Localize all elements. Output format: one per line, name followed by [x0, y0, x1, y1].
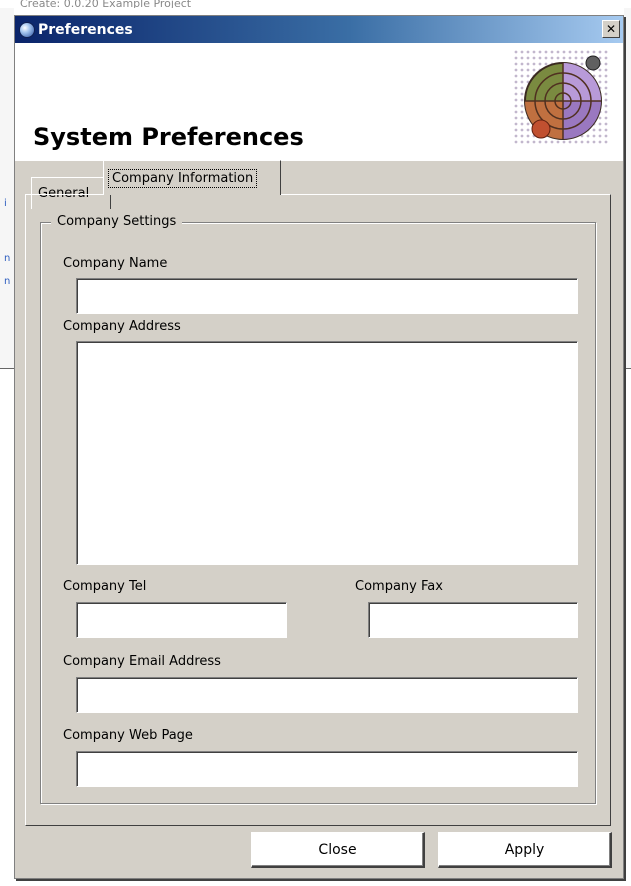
company-name-input[interactable] [76, 278, 578, 314]
company-fax-input[interactable] [368, 602, 578, 638]
company-tel-label: Company Tel [63, 579, 147, 594]
close-window-button[interactable]: ✕ [602, 20, 620, 38]
background-left-strip: i n n [0, 8, 14, 369]
group-legend: Company Settings [51, 214, 183, 229]
tab-company-information-label: Company Information [108, 168, 258, 188]
page-title: System Preferences [33, 123, 304, 151]
tab-company-information[interactable]: Company Information [103, 160, 281, 195]
company-fax-label: Company Fax [355, 579, 443, 594]
preferences-dialog: Preferences ✕ System Preferences General… [14, 15, 624, 879]
tab-panel-company-information: Company Settings Company Name Company Ad… [25, 194, 611, 826]
background-app-text: Create: 0.0.20 Example Project [20, 0, 192, 8]
company-email-label: Company Email Address [63, 654, 221, 669]
background-right-strip [624, 8, 631, 369]
company-address-label: Company Address [63, 319, 181, 334]
background-marker: n [4, 253, 11, 264]
company-name-label: Company Name [63, 256, 168, 271]
company-email-input[interactable] [76, 677, 578, 713]
company-web-page-input[interactable] [76, 751, 578, 787]
company-web-page-label: Company Web Page [63, 728, 193, 743]
globe-icon [19, 21, 35, 38]
background-marker: i [4, 198, 7, 209]
company-settings-group: Company Settings Company Name Company Ad… [40, 214, 596, 804]
company-address-textarea[interactable] [76, 341, 578, 565]
radar-globe-graphic [513, 49, 609, 145]
title-bar[interactable]: Preferences ✕ [15, 16, 623, 43]
apply-button[interactable]: Apply [438, 832, 612, 868]
close-button[interactable]: Close [251, 832, 425, 868]
window-title: Preferences [38, 21, 133, 38]
background-marker: n [4, 276, 11, 287]
banner: System Preferences [15, 43, 623, 161]
company-tel-input[interactable] [76, 602, 287, 638]
